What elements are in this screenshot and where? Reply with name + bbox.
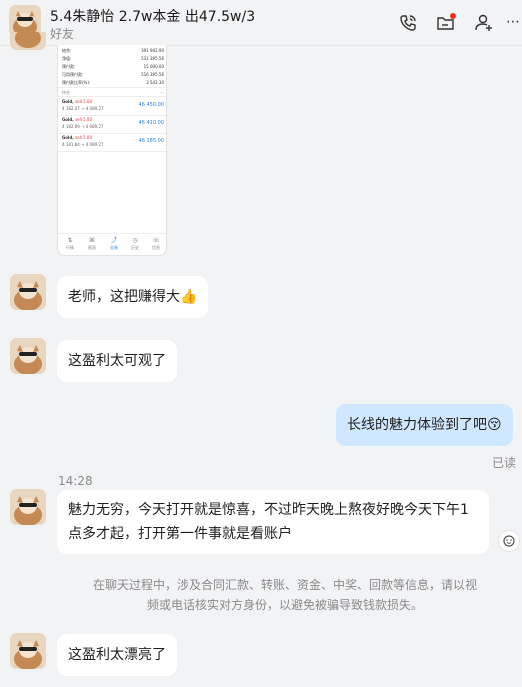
free-margin-value: 516 395.56 bbox=[141, 72, 164, 77]
nav-history-label: 历史 bbox=[131, 245, 139, 250]
nav-trade[interactable]: ⤴ 交易 bbox=[104, 237, 124, 251]
trade-side: sell 5.00 bbox=[75, 99, 93, 104]
sender-avatar[interactable] bbox=[10, 633, 46, 669]
trade-row[interactable]: Gold, sell 5.00 4 182.27 → 4 089.27 46 4… bbox=[62, 99, 164, 115]
trade-range: 4 182.09 → 4 089.27 bbox=[62, 124, 104, 129]
balance-label: 结余: bbox=[62, 48, 72, 53]
equity-value: 531 395.56 bbox=[141, 56, 164, 61]
divider bbox=[58, 133, 166, 134]
messages-icon: ☏ bbox=[152, 237, 160, 244]
trade-profit: 46 410.00 bbox=[138, 120, 164, 126]
nav-chart-label: 图表 bbox=[88, 245, 96, 250]
timestamp: 14:28 bbox=[58, 474, 93, 488]
sender-avatar[interactable] bbox=[10, 274, 46, 310]
equity-label: 净值: bbox=[62, 56, 72, 61]
trade-symbol: Gold, bbox=[62, 135, 74, 140]
trade-profit: 46 450.00 bbox=[138, 102, 164, 108]
divider bbox=[58, 115, 166, 116]
trade-range: 4 181.84 → 4 089.27 bbox=[62, 142, 104, 147]
margin-label: 预付款: bbox=[62, 64, 76, 69]
chart-icon: ⌘ bbox=[89, 237, 95, 244]
app-bottom-nav: ⇅ 行情 ⌘ 图表 ⤴ 交易 ◷ 历史 ☏ 信息 bbox=[58, 233, 166, 255]
sender-avatar[interactable] bbox=[10, 338, 46, 374]
message-bubble[interactable]: 这盈利太可观了 bbox=[57, 340, 177, 382]
quick-reply-icon[interactable] bbox=[498, 530, 520, 552]
margin-level-label: 预付款比率(%): bbox=[62, 80, 91, 85]
nav-history[interactable]: ◷ 历史 bbox=[125, 237, 145, 251]
margin-value: 15 000.00 bbox=[143, 64, 164, 69]
trade-range: 4 182.27 → 4 089.27 bbox=[62, 106, 104, 111]
call-icon[interactable] bbox=[398, 13, 418, 33]
chat-subtitle: 好友 bbox=[50, 27, 75, 41]
sender-avatar[interactable] bbox=[10, 32, 46, 50]
divider bbox=[58, 87, 166, 88]
more-icon[interactable]: ⋯ bbox=[506, 14, 520, 34]
chat-header: 5.4朱静怡 2.7w本金 出47.5w/3 好友 ⋯ bbox=[0, 0, 522, 46]
nav-trade-label: 交易 bbox=[110, 245, 118, 250]
trade-symbol: Gold, bbox=[62, 117, 74, 122]
nav-messages-label: 信息 bbox=[152, 245, 160, 250]
message-bubble[interactable]: 这盈利太漂亮了 bbox=[57, 634, 177, 676]
notice-line: 在聊天过程中，涉及合同汇款、转账、资金、中奖、回款等信息，请以视 bbox=[92, 578, 477, 592]
divider bbox=[58, 96, 166, 97]
safety-notice: 在聊天过程中，涉及合同汇款、转账、资金、中奖、回款等信息，请以视 频或电话核实对… bbox=[80, 575, 490, 615]
sender-avatar[interactable] bbox=[10, 489, 46, 525]
screenshot-image[interactable]: 结余: 391 942.90 净值: 531 395.56 预付款: 15 000.0… bbox=[57, 45, 167, 256]
my-message-bubble[interactable]: 长线的魅力体验到了吧😚 bbox=[336, 404, 513, 446]
trade-symbol: Gold, bbox=[62, 99, 74, 104]
quotes-icon: ⇅ bbox=[67, 237, 73, 244]
message-line: 魅力无穷，今天打开就是惊喜，不过昨天晚上熬夜好晚今天下午1 bbox=[68, 502, 469, 518]
read-receipt: 已读 bbox=[491, 456, 516, 470]
trade-side: sell 5.00 bbox=[75, 135, 93, 140]
message-bubble[interactable]: 老师，这把赚得大👍 bbox=[57, 276, 209, 318]
add-friend-icon[interactable] bbox=[474, 13, 494, 33]
balance-value: 391 942.90 bbox=[141, 48, 164, 53]
notice-line: 频或电话核实对方身份，以避免被骗导致钱款损失。 bbox=[146, 598, 423, 612]
history-icon: ◷ bbox=[132, 237, 138, 244]
trade-side: sell 5.00 bbox=[75, 117, 93, 122]
divider bbox=[58, 151, 166, 152]
trade-icon: ⤴ bbox=[110, 237, 117, 244]
chat-title: 5.4朱静怡 2.7w本金 出47.5w/3 bbox=[50, 9, 256, 25]
folder-icon[interactable] bbox=[436, 13, 456, 33]
trade-profit: 46 285.00 bbox=[138, 138, 164, 144]
nav-chart[interactable]: ⌘ 图表 bbox=[82, 237, 102, 251]
nav-quotes[interactable]: ⇅ 行情 bbox=[60, 237, 80, 251]
margin-level-value: 3 542.30 bbox=[146, 80, 164, 85]
trade-row[interactable]: Gold, sell 5.00 4 182.09 → 4 089.27 46 4… bbox=[62, 117, 164, 133]
trade-row[interactable]: Gold, sell 5.00 4 181.84 → 4 089.27 46 2… bbox=[62, 135, 164, 151]
free-margin-label: 可用预付款: bbox=[62, 72, 84, 77]
message-bubble[interactable]: 魅力无穷，今天打开就是惊喜，不过昨天晚上熬夜好晚今天下午1 点多才起，打开第一件… bbox=[57, 490, 489, 554]
message-line: 点多才起，打开第一件事就是看账户 bbox=[68, 526, 292, 542]
nav-messages[interactable]: ☏ 信息 bbox=[146, 237, 166, 251]
nav-quotes-label: 行情 bbox=[66, 245, 74, 250]
positions-label: 持仓 bbox=[62, 90, 70, 95]
positions-more: ··· bbox=[160, 90, 164, 95]
